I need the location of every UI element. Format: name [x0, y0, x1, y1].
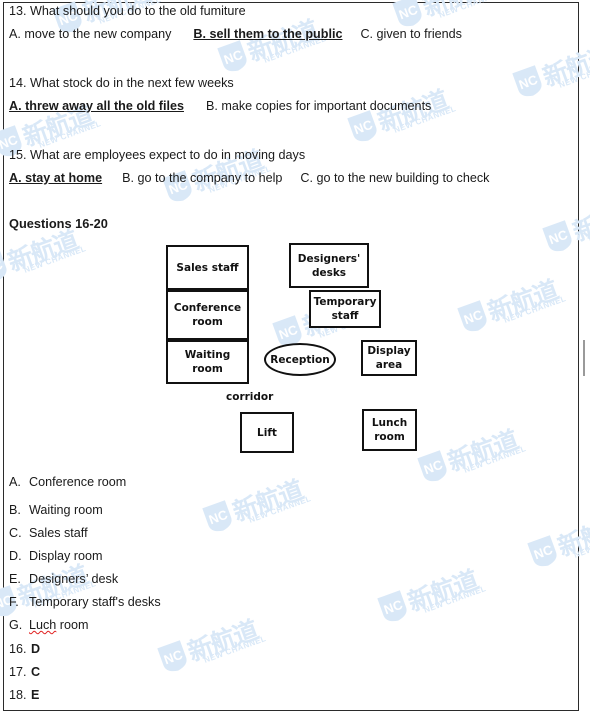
list-item-e: E. Designers’ desk [9, 572, 118, 587]
question-14-stem: 14. What stock do in the next few weeks [9, 76, 234, 90]
answer-letter: D [31, 642, 41, 656]
answer-letter: E [31, 688, 40, 702]
question-15-options: A. stay at home B. go to the company to h… [9, 171, 489, 186]
list-item-label: Designers’ desk [29, 572, 119, 586]
list-item-label: Sales staff [29, 526, 88, 540]
question-13-stem: 13. What should you do to the old fumitu… [9, 4, 246, 18]
list-item-d: D. Display room [9, 549, 102, 564]
answer-number: 18. [9, 688, 27, 702]
question-15-stem: 15. What are employees expect to do in m… [9, 148, 306, 162]
answer-number: 17. [9, 665, 27, 679]
list-item-letter: E. [9, 572, 21, 586]
list-item-label: room [56, 618, 89, 632]
question-14-option-b[interactable]: B. make copies for important documents [206, 99, 431, 113]
answer-letter: C [31, 665, 41, 679]
list-item-label: Display room [29, 549, 103, 563]
answer-row-18: 18. E [9, 688, 39, 703]
question-14-options: A. threw away all the old files B. make c… [9, 99, 431, 114]
list-item-letter: B. [9, 503, 21, 517]
list-item-g: G. Luch room [9, 618, 89, 633]
list-item-label: Temporary staff's desks [29, 595, 161, 609]
question-13-option-c[interactable]: C. given to friends [360, 27, 462, 41]
list-item-label: Conference room [29, 475, 127, 489]
question-15-option-b[interactable]: B. go to the company to help [122, 171, 282, 185]
list-item-label-misspelled: Luch [29, 618, 57, 632]
list-item-f: F. Temporary staff's desks [9, 595, 161, 610]
question-13-option-b[interactable]: B. sell them to the public [193, 27, 342, 41]
question-15-option-a[interactable]: A. stay at home [9, 171, 102, 185]
document-text: 13. What should you do to the old fumitu… [0, 0, 590, 715]
section-heading: Questions 16-20 [9, 216, 108, 231]
answer-row-17: 17. C [9, 665, 40, 680]
list-item-letter: G. [9, 618, 23, 632]
list-item-b: B. Waiting room [9, 503, 103, 518]
question-13-option-a[interactable]: A. move to the new company [9, 27, 171, 41]
answer-row-16: 16. D [9, 642, 40, 657]
list-item-letter: A. [9, 475, 21, 489]
list-item-a: A. Conference room [9, 475, 126, 490]
answer-number: 16. [9, 642, 27, 656]
list-item-letter: C. [9, 526, 22, 540]
document-page: NC 新航道NEW CHANNEL NC 新航道NEW CHANNEL NC 新… [0, 0, 590, 715]
list-item-letter: D. [9, 549, 22, 563]
question-13-options: A. move to the new company B. sell them t… [9, 27, 462, 42]
question-15-option-c[interactable]: C. go to the new building to check [300, 171, 489, 185]
list-item-c: C. Sales staff [9, 526, 88, 541]
list-item-letter: F. [9, 595, 19, 609]
list-item-label: Waiting room [29, 503, 103, 517]
question-14-option-a[interactable]: A. threw away all the old files [9, 99, 184, 113]
